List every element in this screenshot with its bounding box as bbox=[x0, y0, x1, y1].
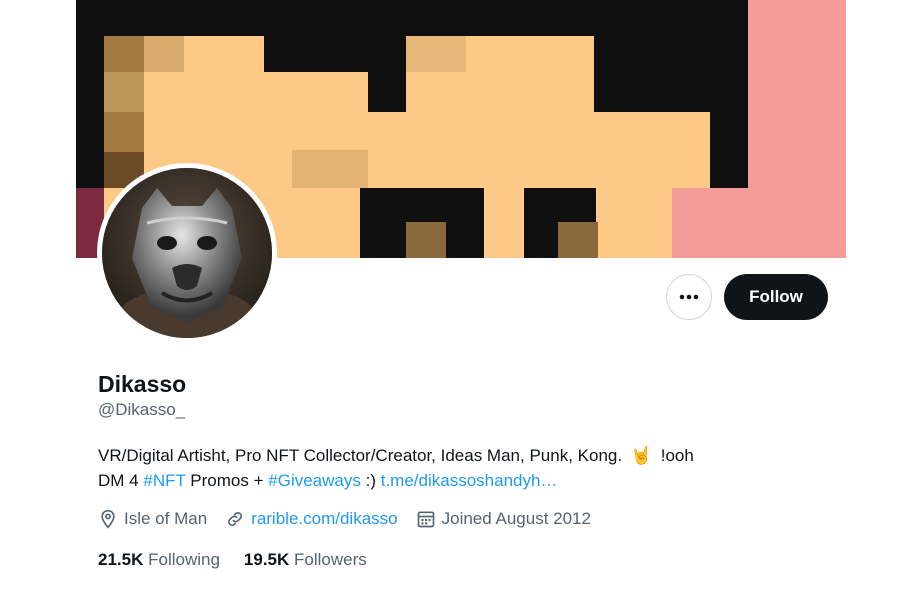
more-horizontal-icon bbox=[679, 294, 699, 300]
profile-stats: 21.5K Following 19.5K Followers bbox=[98, 550, 391, 570]
banner-pixel bbox=[672, 188, 748, 258]
joined-text: Joined August 2012 bbox=[441, 509, 591, 528]
banner-pixel bbox=[104, 36, 144, 72]
banner-pixel bbox=[144, 36, 184, 72]
followers-label: Followers bbox=[294, 550, 367, 569]
following-link[interactable]: 21.5K Following bbox=[98, 550, 220, 570]
avatar-ring-image bbox=[102, 168, 272, 338]
hashtag-link-giveaways[interactable]: #Giveaways bbox=[268, 471, 361, 490]
banner-pixel bbox=[104, 112, 144, 152]
bio-text: VR/Digital Artisht, Pro NFT Collector/Cr… bbox=[98, 446, 623, 465]
bio-text: :) bbox=[365, 471, 376, 490]
location-item: Isle of Man bbox=[98, 509, 207, 529]
banner-pixel bbox=[748, 0, 846, 258]
profile-meta: Isle of Man rarible.com/dikasso Joined A… bbox=[98, 509, 609, 529]
bio-line-2: DM 4 #NFT Promos + #Giveaways :) t.me/di… bbox=[98, 468, 798, 493]
hashtag-link-nft[interactable]: #NFT bbox=[143, 471, 185, 490]
follow-button[interactable]: Follow bbox=[724, 274, 828, 320]
website-item[interactable]: rarible.com/dikasso bbox=[225, 509, 398, 529]
location-text: Isle of Man bbox=[124, 509, 208, 528]
calendar-icon bbox=[417, 511, 434, 528]
avatar-image bbox=[102, 168, 272, 338]
user-handle: @Dikasso_ bbox=[98, 400, 186, 419]
more-options-button[interactable] bbox=[666, 274, 712, 320]
telegram-link[interactable]: t.me/dikassoshandyh… bbox=[381, 471, 558, 490]
banner-pixel bbox=[406, 72, 594, 112]
avatar[interactable] bbox=[97, 163, 277, 343]
banner-pixel bbox=[406, 36, 466, 72]
location-pin-icon bbox=[101, 509, 115, 529]
joined-item: Joined August 2012 bbox=[416, 509, 591, 529]
display-name: Dikasso bbox=[98, 371, 187, 397]
following-label: Following bbox=[148, 550, 220, 569]
banner-pixel bbox=[596, 188, 672, 258]
profile-bio: VR/Digital Artisht, Pro NFT Collector/Cr… bbox=[98, 443, 798, 493]
bio-line-1: VR/Digital Artisht, Pro NFT Collector/Cr… bbox=[98, 443, 798, 468]
bio-text: Promos + bbox=[190, 471, 264, 490]
banner-pixel bbox=[558, 222, 598, 258]
followers-count: 19.5K bbox=[243, 550, 290, 569]
website-link[interactable]: rarible.com/dikasso bbox=[251, 509, 397, 529]
following-count: 21.5K bbox=[98, 550, 144, 569]
banner-pixel bbox=[484, 188, 524, 258]
followers-link[interactable]: 19.5K Followers bbox=[244, 550, 367, 570]
banner-pixel bbox=[104, 72, 144, 112]
rock-hand-emoji: 🤘 bbox=[630, 446, 652, 465]
bio-text: DM 4 bbox=[98, 471, 139, 490]
link-icon bbox=[228, 512, 243, 526]
banner-pixel bbox=[406, 222, 446, 258]
banner-pixel bbox=[292, 150, 368, 188]
bio-text: !ooh bbox=[660, 446, 694, 465]
